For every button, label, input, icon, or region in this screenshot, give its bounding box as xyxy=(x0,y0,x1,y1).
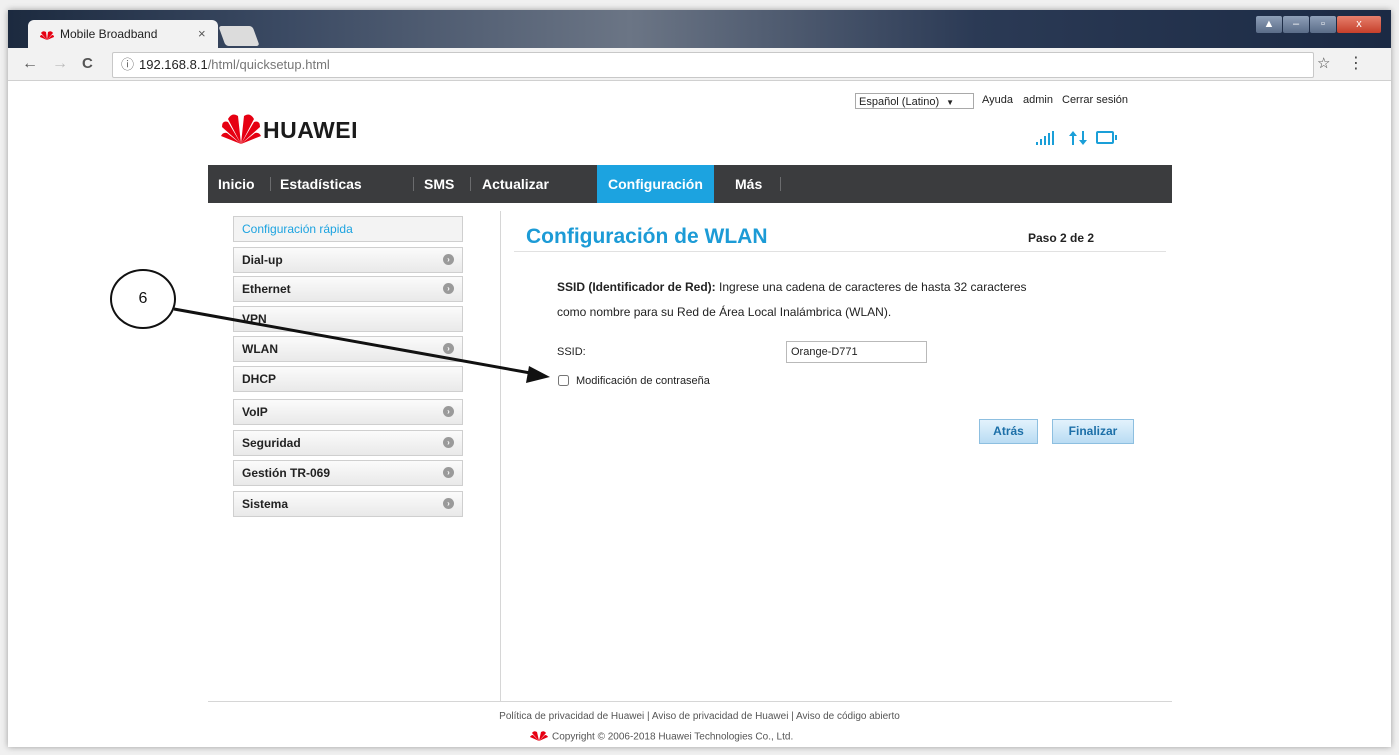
browser-window: Mobile Broadband × ▲ – ▫ x ← → C ⓘ 192.168.… xyxy=(8,10,1391,747)
annotation-arrow xyxy=(173,307,550,383)
annotation-step-number: 6 xyxy=(110,269,176,329)
